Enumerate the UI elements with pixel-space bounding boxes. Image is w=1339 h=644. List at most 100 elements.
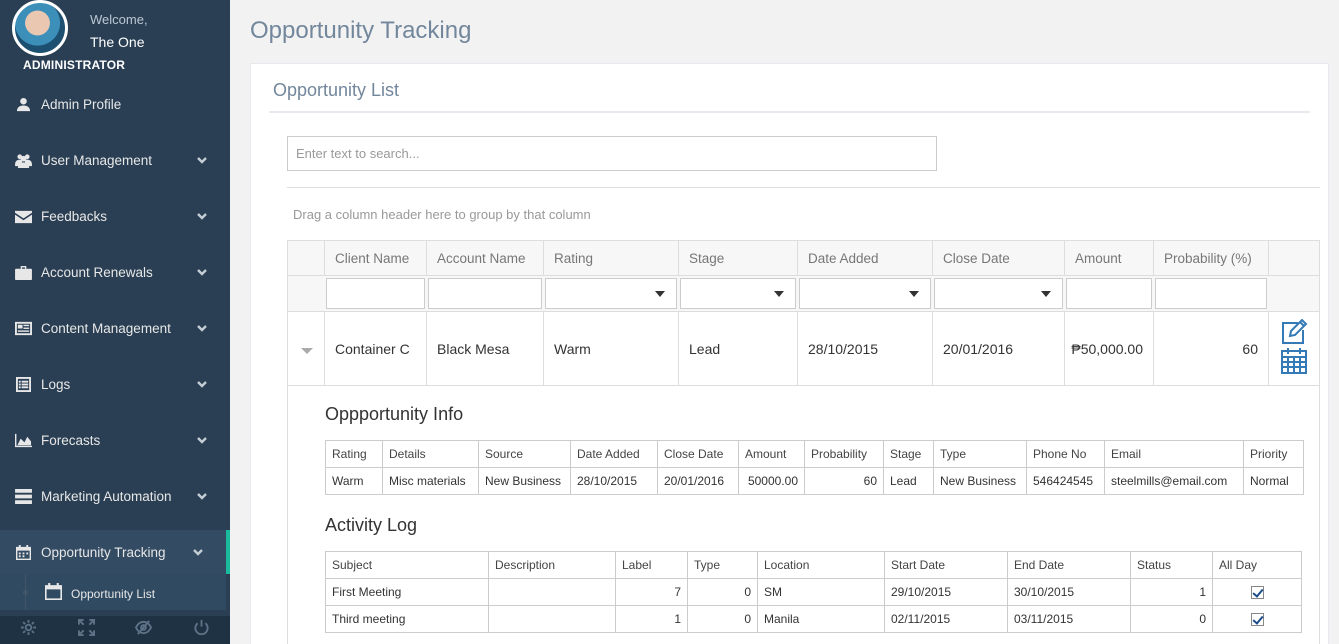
column-header: Details (382, 440, 479, 468)
fullscreen-button[interactable] (58, 616, 116, 644)
sidebar-item-feedbacks[interactable]: Feedbacks (0, 188, 230, 244)
cell: Lead (883, 467, 934, 495)
cell: 30/10/2015 (1007, 578, 1131, 606)
sidebar-item-content-management[interactable]: Content Management (0, 300, 230, 356)
column-header-account-name[interactable]: Account Name (426, 241, 543, 276)
newspaper-icon (14, 320, 32, 336)
column-header-close-date[interactable]: Close Date (932, 241, 1064, 276)
column-header: Subject (325, 551, 489, 579)
calendar-icon[interactable] (1280, 347, 1308, 378)
sidebar-subitem-opportunity-list[interactable]: Opportunity List (0, 574, 226, 610)
list-icon (14, 376, 32, 392)
column-header: Start Date (884, 551, 1008, 579)
submenu-label: Opportunity List (71, 587, 156, 601)
column-header: Source (478, 440, 571, 468)
divider (269, 111, 1310, 113)
column-header-date-added[interactable]: Date Added (797, 241, 932, 276)
cell-close-date: 20/01/2016 (932, 312, 1064, 385)
chevron-down-icon (196, 210, 208, 222)
column-header-amount[interactable]: Amount (1064, 241, 1153, 276)
cell: 29/10/2015 (884, 578, 1008, 606)
chevron-down-icon (196, 266, 208, 278)
edit-icon[interactable] (1280, 318, 1308, 348)
caret-down-icon (1041, 291, 1051, 297)
username: The One (90, 34, 145, 50)
user-role: ADMINISTRATOR (23, 58, 126, 72)
sidebar-item-admin-profile[interactable]: Admin Profile (0, 76, 230, 132)
cell-client-name: Container C (324, 312, 426, 385)
column-header-actions (1268, 241, 1320, 276)
lock-button[interactable] (115, 616, 173, 644)
collapse-arrow-icon[interactable] (301, 348, 313, 354)
cell: Manila (757, 605, 885, 633)
table-row[interactable]: Container C Black Mesa Warm Lead 28/10/2… (287, 312, 1320, 386)
chevron-down-icon (196, 378, 208, 390)
panel-title: Opportunity List (273, 80, 400, 100)
column-header: Close Date (657, 440, 739, 468)
filter-date-added-select[interactable] (799, 278, 931, 309)
table-row: Warm Misc materials New Business 28/10/2… (325, 467, 1304, 495)
column-header: Probability (804, 440, 884, 468)
cell: New Business (478, 467, 571, 495)
cell: 546424545 (1026, 467, 1105, 495)
column-header: Phone No (1026, 440, 1105, 468)
power-icon (193, 619, 210, 641)
chevron-down-icon (196, 154, 208, 166)
settings-button[interactable] (0, 616, 58, 644)
filter-stage-select[interactable] (680, 278, 796, 309)
sidebar-footer (0, 616, 230, 644)
filter-account-name[interactable] (428, 278, 542, 309)
filter-close-date-select[interactable] (934, 278, 1063, 309)
column-header-rating[interactable]: Rating (543, 241, 678, 276)
filter-rating-select[interactable] (545, 278, 677, 309)
cell: Misc materials (382, 467, 479, 495)
column-header: Date Added (570, 440, 658, 468)
sidebar-item-label: Account Renewals (41, 264, 153, 280)
cell-account-name: Black Mesa (426, 312, 543, 385)
sidebar-item-account-renewals[interactable]: Account Renewals (0, 244, 230, 300)
filter-probability[interactable] (1155, 278, 1267, 309)
submenu-dot (23, 590, 28, 595)
cell: 02/11/2015 (884, 605, 1008, 633)
activity-log-table: Subject Description Label Type Location … (325, 551, 1302, 633)
sidebar-item-marketing-automation[interactable]: Marketing Automation (0, 468, 230, 524)
sidebar-item-forecasts[interactable]: Forecasts (0, 412, 230, 468)
cell: 03/11/2015 (1007, 605, 1131, 633)
sidebar-item-opportunity-tracking[interactable]: Opportunity Tracking (0, 530, 230, 574)
all-day-checkbox[interactable] (1250, 613, 1264, 627)
column-header: Priority (1243, 440, 1304, 468)
column-header: All Day (1212, 551, 1302, 579)
cell: 0 (687, 578, 758, 606)
column-header: Type (933, 440, 1027, 468)
column-header-stage[interactable]: Stage (678, 241, 797, 276)
logout-button[interactable] (173, 616, 231, 644)
sidebar-item-logs[interactable]: Logs (0, 356, 230, 412)
column-header: Rating (325, 440, 383, 468)
detail-panel: Oppportunity Info Rating Details Source … (287, 386, 1320, 644)
column-header: Description (488, 551, 616, 579)
column-header: End Date (1007, 551, 1131, 579)
grid-header: Client Name Account Name Rating Stage Da… (287, 240, 1320, 276)
sidebar: Welcome, The One ADMINISTRATOR Admin Pro… (0, 0, 230, 644)
opportunity-info-title: Oppportunity Info (325, 404, 464, 424)
sidebar-item-label: Opportunity Tracking (41, 544, 166, 560)
sidebar-item-label: User Management (41, 152, 153, 168)
user-icon (14, 96, 32, 112)
column-header-probability[interactable]: Probability (%) (1153, 241, 1268, 276)
cell-actions (1268, 312, 1320, 385)
column-header: Type (687, 551, 758, 579)
search-input[interactable] (287, 136, 937, 171)
all-day-checkbox[interactable] (1250, 586, 1264, 600)
filter-amount[interactable] (1066, 278, 1152, 309)
column-header-client-name[interactable]: Client Name (324, 241, 426, 276)
filter-row (287, 276, 1320, 312)
sidebar-item-label: Admin Profile (41, 96, 122, 112)
cell-probability: 60 (1153, 312, 1268, 385)
cell: 7 (615, 578, 688, 606)
cell (488, 605, 616, 633)
opportunity-info-table: Rating Details Source Date Added Close D… (325, 440, 1304, 495)
avatar[interactable] (12, 0, 68, 56)
filter-client-name[interactable] (326, 278, 425, 309)
sidebar-item-user-management[interactable]: User Management (0, 132, 230, 188)
cell: Warm (325, 467, 383, 495)
